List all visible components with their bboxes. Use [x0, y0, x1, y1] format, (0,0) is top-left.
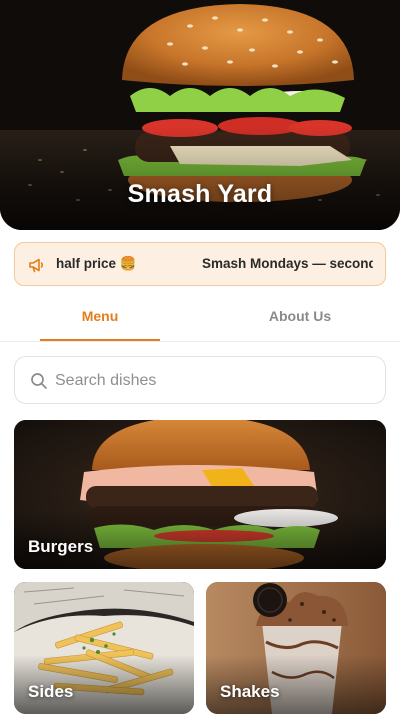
restaurant-name: Smash Yard — [127, 180, 273, 208]
tab-menu[interactable]: Menu — [0, 294, 200, 342]
search-box[interactable] — [14, 356, 386, 404]
hero-banner: Smash Yard — [0, 0, 400, 230]
category-card-burgers[interactable]: Burgers — [14, 420, 386, 569]
search-input[interactable] — [55, 367, 375, 395]
promo-text-segment: Smash Mondays — second b — [202, 256, 373, 271]
megaphone-icon — [29, 258, 44, 273]
category-label: Burgers — [28, 537, 94, 556]
tab-bar: Menu About Us — [0, 294, 400, 342]
promo-text-segment: half price 🍔 — [56, 256, 137, 271]
promo-banner[interactable]: half price 🍔 Smash Mondays — second b — [14, 242, 386, 286]
active-tab-indicator — [40, 339, 160, 341]
tab-about-us[interactable]: About Us — [200, 294, 400, 342]
promo-marquee: half price 🍔 Smash Mondays — second b — [55, 243, 373, 285]
category-label: Sides — [28, 682, 74, 701]
category-card-shakes[interactable]: Shakes — [206, 582, 386, 714]
category-label: Shakes — [220, 682, 280, 701]
category-card-sides[interactable]: Sides — [14, 582, 194, 714]
search-icon — [31, 373, 47, 389]
